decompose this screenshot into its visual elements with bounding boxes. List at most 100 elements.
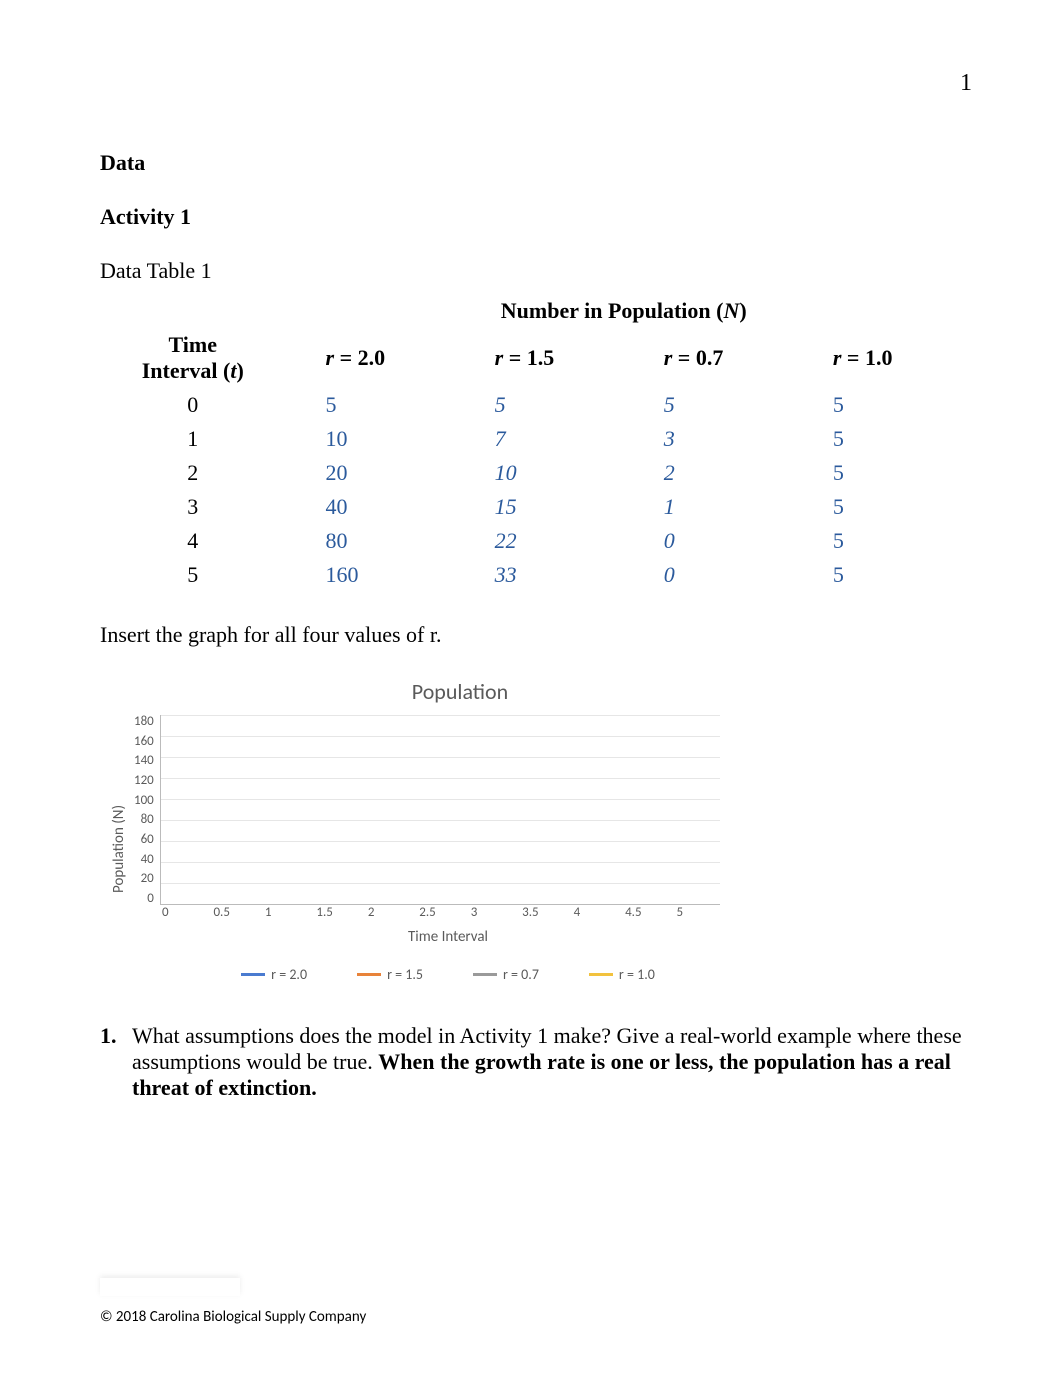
x-tick: 1.5 <box>316 905 367 920</box>
table-row: 4 80 22 0 5 <box>100 524 962 558</box>
cell-r20: 10 <box>286 422 455 456</box>
y-tick: 160 <box>134 735 154 748</box>
instruction-text: Insert the graph for all four values of … <box>100 622 962 648</box>
question-1: 1. What assumptions does the model in Ac… <box>100 1023 962 1101</box>
col-header-r07: r = 0.7 <box>624 328 793 388</box>
cell-r07: 3 <box>624 422 793 456</box>
chart-title: Population <box>160 678 760 705</box>
cell-r07: 2 <box>624 456 793 490</box>
chart-legend: r = 2.0 r = 1.5 r = 0.7 r = 1.0 <box>168 966 728 983</box>
cell-r10: 5 <box>793 456 962 490</box>
legend-label: r = 1.5 <box>387 966 423 983</box>
y-tick: 80 <box>134 813 154 826</box>
y-tick: 180 <box>134 715 154 728</box>
cell-r20: 160 <box>286 558 455 592</box>
legend-item: r = 1.0 <box>589 966 655 983</box>
y-tick: 120 <box>134 774 154 787</box>
table-body: 0 5 5 5 5 1 10 7 3 5 2 20 10 2 5 3 <box>100 388 962 592</box>
cell-r10: 5 <box>793 490 962 524</box>
cell-r10: 5 <box>793 388 962 422</box>
table-super-header: Number in Population (N) <box>286 294 962 328</box>
table-row: 1 10 7 3 5 <box>100 422 962 456</box>
time-header-l2: Interval (t) <box>108 358 278 384</box>
cell-time: 2 <box>100 456 286 490</box>
y-tick: 100 <box>134 794 154 807</box>
table-row: 0 5 5 5 5 <box>100 388 962 422</box>
cell-time: 0 <box>100 388 286 422</box>
time-header-l1: Time <box>108 332 278 358</box>
cell-r10: 5 <box>793 558 962 592</box>
page-number: 1 <box>960 70 972 97</box>
y-tick: 60 <box>134 833 154 846</box>
table-row: 3 40 15 1 5 <box>100 490 962 524</box>
x-tick: 5 <box>677 905 728 920</box>
cell-time: 5 <box>100 558 286 592</box>
chart-x-ticks: 0 0.5 1 1.5 2 2.5 3 3.5 4 4.5 5 <box>168 905 728 920</box>
legend-label: r = 1.0 <box>619 966 655 983</box>
cell-r15: 10 <box>455 456 624 490</box>
cell-r20: 20 <box>286 456 455 490</box>
super-header-text: Number in Population ( <box>501 298 724 323</box>
col-header-r15: r = 1.5 <box>455 328 624 388</box>
legend-label: r = 2.0 <box>271 966 307 983</box>
col-header-r10: r = 1.0 <box>793 328 962 388</box>
cell-time: 1 <box>100 422 286 456</box>
legend-swatch <box>241 973 265 976</box>
question-body: What assumptions does the model in Activ… <box>132 1023 962 1101</box>
cell-r10: 5 <box>793 524 962 558</box>
cell-r07: 1 <box>624 490 793 524</box>
cell-r20: 40 <box>286 490 455 524</box>
legend-item: r = 1.5 <box>357 966 423 983</box>
super-header-suffix: ) <box>739 298 746 323</box>
table-row: 2 20 10 2 5 <box>100 456 962 490</box>
cell-r07: 0 <box>624 558 793 592</box>
x-tick: 3 <box>471 905 522 920</box>
cell-r15: 7 <box>455 422 624 456</box>
chart-y-ticks: 180 160 140 120 100 80 60 40 20 0 <box>134 715 160 905</box>
redaction-bar <box>100 1278 240 1296</box>
x-tick: 2.5 <box>419 905 470 920</box>
legend-item: r = 0.7 <box>473 966 539 983</box>
table-caption: Data Table 1 <box>100 258 962 284</box>
cell-r15: 15 <box>455 490 624 524</box>
legend-label: r = 0.7 <box>503 966 539 983</box>
legend-swatch <box>589 973 613 976</box>
plot-box <box>160 715 720 905</box>
y-tick: 140 <box>134 754 154 767</box>
question-number: 1. <box>100 1023 122 1101</box>
x-tick: 4 <box>574 905 625 920</box>
heading-data: Data <box>100 150 962 176</box>
x-tick: 0 <box>162 905 213 920</box>
chart-xlabel: Time Interval <box>168 928 728 946</box>
cell-r07: 0 <box>624 524 793 558</box>
legend-swatch <box>473 973 497 976</box>
cell-time: 4 <box>100 524 286 558</box>
y-tick: 40 <box>134 853 154 866</box>
cell-r15: 5 <box>455 388 624 422</box>
cell-r07: 5 <box>624 388 793 422</box>
chart: Population Population (N) 180 160 140 12… <box>110 678 962 983</box>
table-row: 5 160 33 0 5 <box>100 558 962 592</box>
legend-item: r = 2.0 <box>241 966 307 983</box>
cell-r15: 22 <box>455 524 624 558</box>
legend-swatch <box>357 973 381 976</box>
cell-r20: 5 <box>286 388 455 422</box>
time-header: Time Interval (t) <box>100 328 286 388</box>
cell-r10: 5 <box>793 422 962 456</box>
x-tick: 3.5 <box>522 905 573 920</box>
x-tick: 1 <box>265 905 316 920</box>
cell-time: 3 <box>100 490 286 524</box>
super-header-var: N <box>723 298 739 323</box>
data-table: Number in Population (N) Time Interval (… <box>100 294 962 592</box>
col-header-r20: r = 2.0 <box>286 328 455 388</box>
y-tick: 20 <box>134 872 154 885</box>
heading-activity: Activity 1 <box>100 204 962 230</box>
x-tick: 2 <box>368 905 419 920</box>
chart-ylabel: Population (N) <box>110 805 128 893</box>
footer-copyright: © 2018 Carolina Biological Supply Compan… <box>100 1308 366 1326</box>
x-tick: 0.5 <box>213 905 264 920</box>
y-tick: 0 <box>134 892 154 905</box>
cell-r15: 33 <box>455 558 624 592</box>
page: 1 Data Activity 1 Data Table 1 Number in… <box>0 0 1062 1376</box>
cell-r20: 80 <box>286 524 455 558</box>
